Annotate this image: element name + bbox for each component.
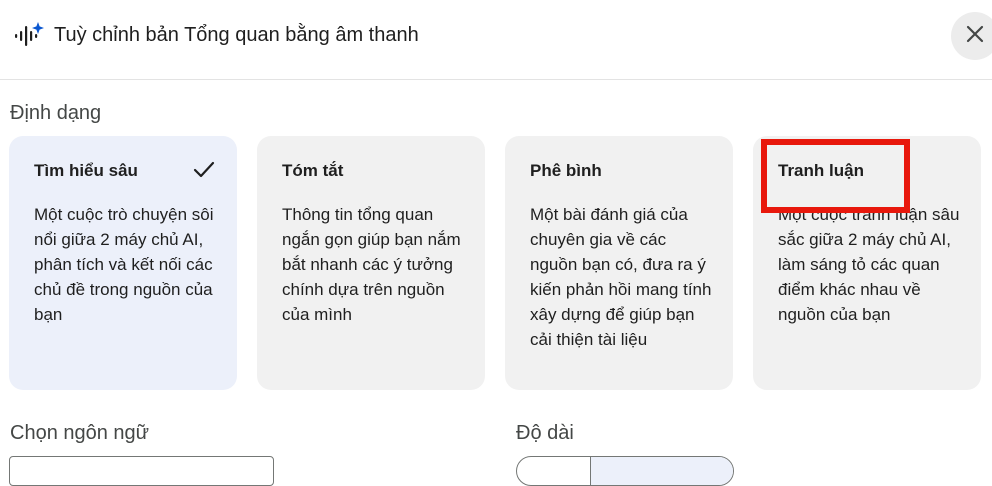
length-toggle[interactable] bbox=[516, 456, 734, 486]
length-option-short[interactable] bbox=[517, 457, 590, 485]
card-title: Tranh luận bbox=[778, 161, 864, 180]
card-description: Thông tin tổng quan ngắn gọn giúp bạn nắ… bbox=[282, 205, 461, 324]
close-button[interactable] bbox=[951, 12, 992, 60]
length-option-default[interactable] bbox=[590, 457, 733, 485]
card-description: Một bài đánh giá của chuyên gia về các n… bbox=[530, 205, 712, 349]
card-title: Tóm tắt bbox=[282, 161, 344, 180]
close-icon bbox=[966, 25, 984, 48]
format-card-debate[interactable]: Tranh luận Một cuộc tranh luận sâu sắc g… bbox=[753, 136, 981, 390]
card-title: Tìm hiểu sâu bbox=[34, 161, 138, 180]
format-card-critique[interactable]: Phê bình Một bài đánh giá của chuyên gia… bbox=[505, 136, 733, 390]
card-description: Một cuộc tranh luận sâu sắc giữa 2 máy c… bbox=[778, 205, 960, 324]
format-card-summary[interactable]: Tóm tắt Thông tin tổng quan ngắn gọn giú… bbox=[257, 136, 485, 390]
audio-sparkle-icon bbox=[14, 22, 44, 48]
language-select[interactable] bbox=[9, 456, 274, 486]
length-label: Độ dài bbox=[516, 422, 574, 444]
format-card-deep-dive[interactable]: Tìm hiểu sâu Một cuộc trò chuyện sôi nổi… bbox=[9, 136, 237, 390]
card-description: Một cuộc trò chuyện sôi nổi giữa 2 máy c… bbox=[34, 205, 214, 324]
format-label: Định dạng bbox=[10, 102, 102, 124]
dialog-header: Tuỳ chỉnh bản Tổng quan bằng âm thanh bbox=[0, 0, 992, 80]
card-title: Phê bình bbox=[530, 161, 602, 180]
check-icon bbox=[193, 160, 215, 180]
language-label: Chọn ngôn ngữ bbox=[10, 422, 150, 444]
dialog-title: Tuỳ chỉnh bản Tổng quan bằng âm thanh bbox=[54, 24, 419, 46]
